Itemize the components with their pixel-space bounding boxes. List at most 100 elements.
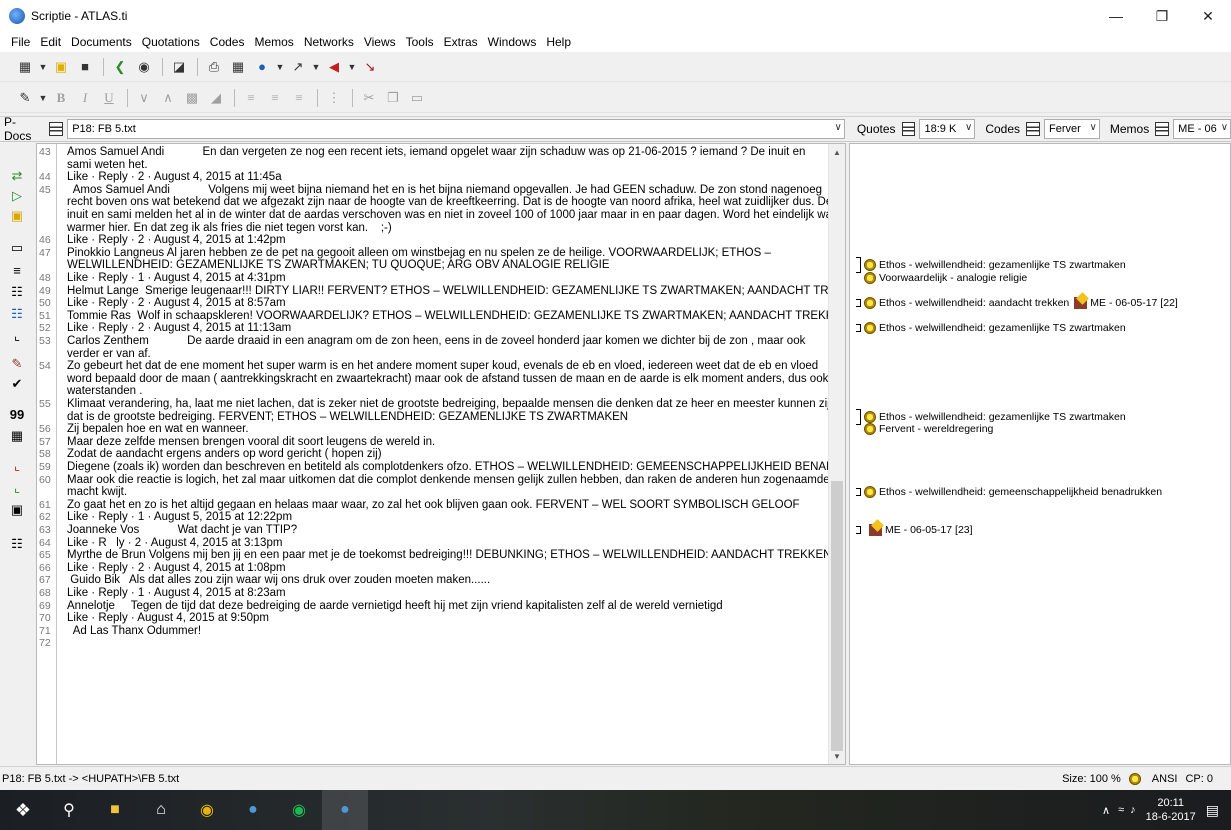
memo-icon[interactable]: ✎ [7,355,27,373]
project-explorer-icon[interactable]: ▦ [14,56,36,78]
margin-area[interactable]: Ethos - welwillendheid: gezamenlijke TS … [849,143,1231,765]
wifi-icon[interactable]: ≈ [1118,804,1124,816]
chevron-down-icon[interactable]: ∨ [133,87,155,109]
quotes-select[interactable]: 18:9 K ∨ [919,119,976,139]
document-line: 52 Like · Reply · 2 · August 4, 2015 at 1… [37,322,831,334]
file-explorer-icon[interactable]: ■ [92,790,138,830]
dropdown-arrow-icon[interactable]: ▼ [311,56,321,78]
memo-label: ME - 06-05-17 [23] [885,524,973,536]
margin-code-row[interactable]: Ethos - welwillendheid: aandacht trekken… [856,296,1178,310]
scrollbar-thumb[interactable] [831,481,843,751]
scroll-down-icon[interactable]: ▼ [829,748,845,764]
menu-item-edit[interactable]: Edit [35,35,66,49]
align-right-icon[interactable]: ≡ [288,87,310,109]
insert-object-icon[interactable]: ▩ [181,87,203,109]
pdoc-select[interactable]: P18: FB 5.txt ∨ [67,119,845,139]
pen-icon[interactable]: ✎ [14,87,36,109]
close-icon[interactable]: ✕ [1185,0,1231,32]
restore-icon[interactable]: ❐ [1139,0,1185,32]
cut-icon[interactable]: ✂ [358,87,380,109]
search-icon[interactable]: ⚲ [46,790,92,830]
align-center-icon[interactable]: ≡ [264,87,286,109]
document-line: 44 Like · Reply · 2 · August 4, 2015 at 1… [37,171,831,183]
menu-item-extras[interactable]: Extras [439,35,483,49]
windows-start-icon[interactable]: ❖ [0,790,46,830]
assign-code-icon[interactable]: ⇄ [7,167,27,185]
check-icon[interactable]: ✔ [7,375,27,393]
document-editor[interactable]: 43 Amos Samuel Andi En dan vergeten ze no… [36,143,846,765]
margin-code-row[interactable]: Ethos - welwillendheid: gemeenschappelij… [856,485,1162,499]
menu-item-quotations[interactable]: Quotations [137,35,205,49]
play-quote-icon[interactable]: ▷ [7,187,27,205]
globe-icon[interactable]: ● [251,56,273,78]
menu-item-file[interactable]: File [6,35,35,49]
code-list-icon[interactable]: ≡ [7,261,27,279]
margin-code-row[interactable]: ME - 06-05-17 [23] [856,523,973,537]
chevron-up-icon[interactable]: ∧ [157,87,179,109]
network-green-icon[interactable]: ⌞ [7,479,27,497]
bullet-list-icon[interactable]: ⋮ [323,87,345,109]
new-quote-icon[interactable]: ▣ [7,207,27,225]
code-manager-icon[interactable]: ☷ [7,305,27,323]
memos-select[interactable]: ME - 06 ∨ [1173,119,1231,139]
align-left-icon[interactable]: ≡ [240,87,262,109]
assign-icon[interactable]: ❮ [109,56,131,78]
quotes-label: Quotes [856,122,896,136]
line-number: 69 [39,599,51,612]
dropdown-arrow-icon[interactable]: ▼ [38,56,48,78]
search-binoculars-icon[interactable]: ◉ [133,56,155,78]
pointer-tool-icon[interactable]: ↗ [287,56,309,78]
print-icon[interactable]: ⎙ [203,56,225,78]
network-red-icon[interactable]: ⌞ [7,457,27,475]
menu-item-documents[interactable]: Documents [66,35,137,49]
notifications-icon[interactable]: ▤ [1206,802,1219,819]
chevron-up-icon[interactable]: ∧ [1102,804,1110,817]
link-tool-icon[interactable]: ↘ [359,56,381,78]
codes-select[interactable]: Ferver ∨ [1044,119,1100,139]
atlas-taskbar-icon[interactable]: ● [322,790,368,830]
bold-icon[interactable]: B [50,87,72,109]
dropdown-arrow-icon[interactable]: ▼ [275,56,285,78]
document-line: word bepaald door de maan ( aantrekkings… [37,373,831,385]
menu-item-memos[interactable]: Memos [249,35,298,49]
clock[interactable]: 20:11 18-6-2017 [1146,796,1196,824]
menu-item-networks[interactable]: Networks [299,35,359,49]
open-folder-icon[interactable]: ◪ [168,56,190,78]
rectangle-icon[interactable]: ▭ [7,239,27,257]
menu-item-tools[interactable]: Tools [401,35,439,49]
volume-icon[interactable]: ♪ [1130,804,1136,816]
menu-item-help[interactable]: Help [541,35,576,49]
menu-item-codes[interactable]: Codes [205,35,250,49]
margin-code-row[interactable]: Fervent - wereldregering [856,422,993,436]
code-label: Ethos - welwillendheid: gezamenlijke TS … [879,322,1126,335]
italic-icon[interactable]: I [74,87,96,109]
dropdown-arrow-icon[interactable]: ▼ [38,87,48,109]
margin-code-row[interactable]: Voorwaardelijk - analogie religie [856,271,1027,285]
table-icon[interactable]: ▦ [227,56,249,78]
menu-item-views[interactable]: Views [359,35,401,49]
paste-icon[interactable]: ▭ [406,87,428,109]
back-arrow-icon[interactable]: ◀ [323,56,345,78]
editor-scrollbar[interactable]: ▲ ▼ [828,144,845,764]
menu-item-windows[interactable]: Windows [483,35,542,49]
frame-icon[interactable]: ▣ [7,501,27,519]
fill-icon[interactable]: ◢ [205,87,227,109]
copy-icon[interactable]: ❐ [382,87,404,109]
spotify-icon[interactable]: ◉ [276,790,322,830]
quote-count-icon[interactable]: 99 [7,405,27,423]
vertical-tool-column: ⇄ ▷ ▣ ▭ ≡ ☷ ☷ ⌞ ✎ ✔ 99 ▦ ⌞ ⌞ ▣ ☷ [0,143,34,765]
underline-icon[interactable]: U [98,87,120,109]
tree-nodes-icon[interactable]: ☷ [7,535,27,553]
chrome-icon[interactable]: ◉ [184,790,230,830]
dropdown-arrow-icon[interactable]: ▼ [347,56,357,78]
network-link-icon[interactable]: ⌞ [7,327,27,345]
home-icon[interactable]: ⌂ [138,790,184,830]
scroll-up-icon[interactable]: ▲ [829,144,845,160]
code-tree-icon[interactable]: ☷ [7,283,27,301]
minimize-icon[interactable]: — [1093,0,1139,32]
folder-yellow-icon[interactable]: ▣ [50,56,72,78]
margin-code-row[interactable]: Ethos - welwillendheid: gezamenlijke TS … [856,321,1126,335]
data-grid-icon[interactable]: ▦ [7,427,27,445]
app-blue-icon[interactable]: ● [230,790,276,830]
save-icon[interactable]: ■ [74,56,96,78]
